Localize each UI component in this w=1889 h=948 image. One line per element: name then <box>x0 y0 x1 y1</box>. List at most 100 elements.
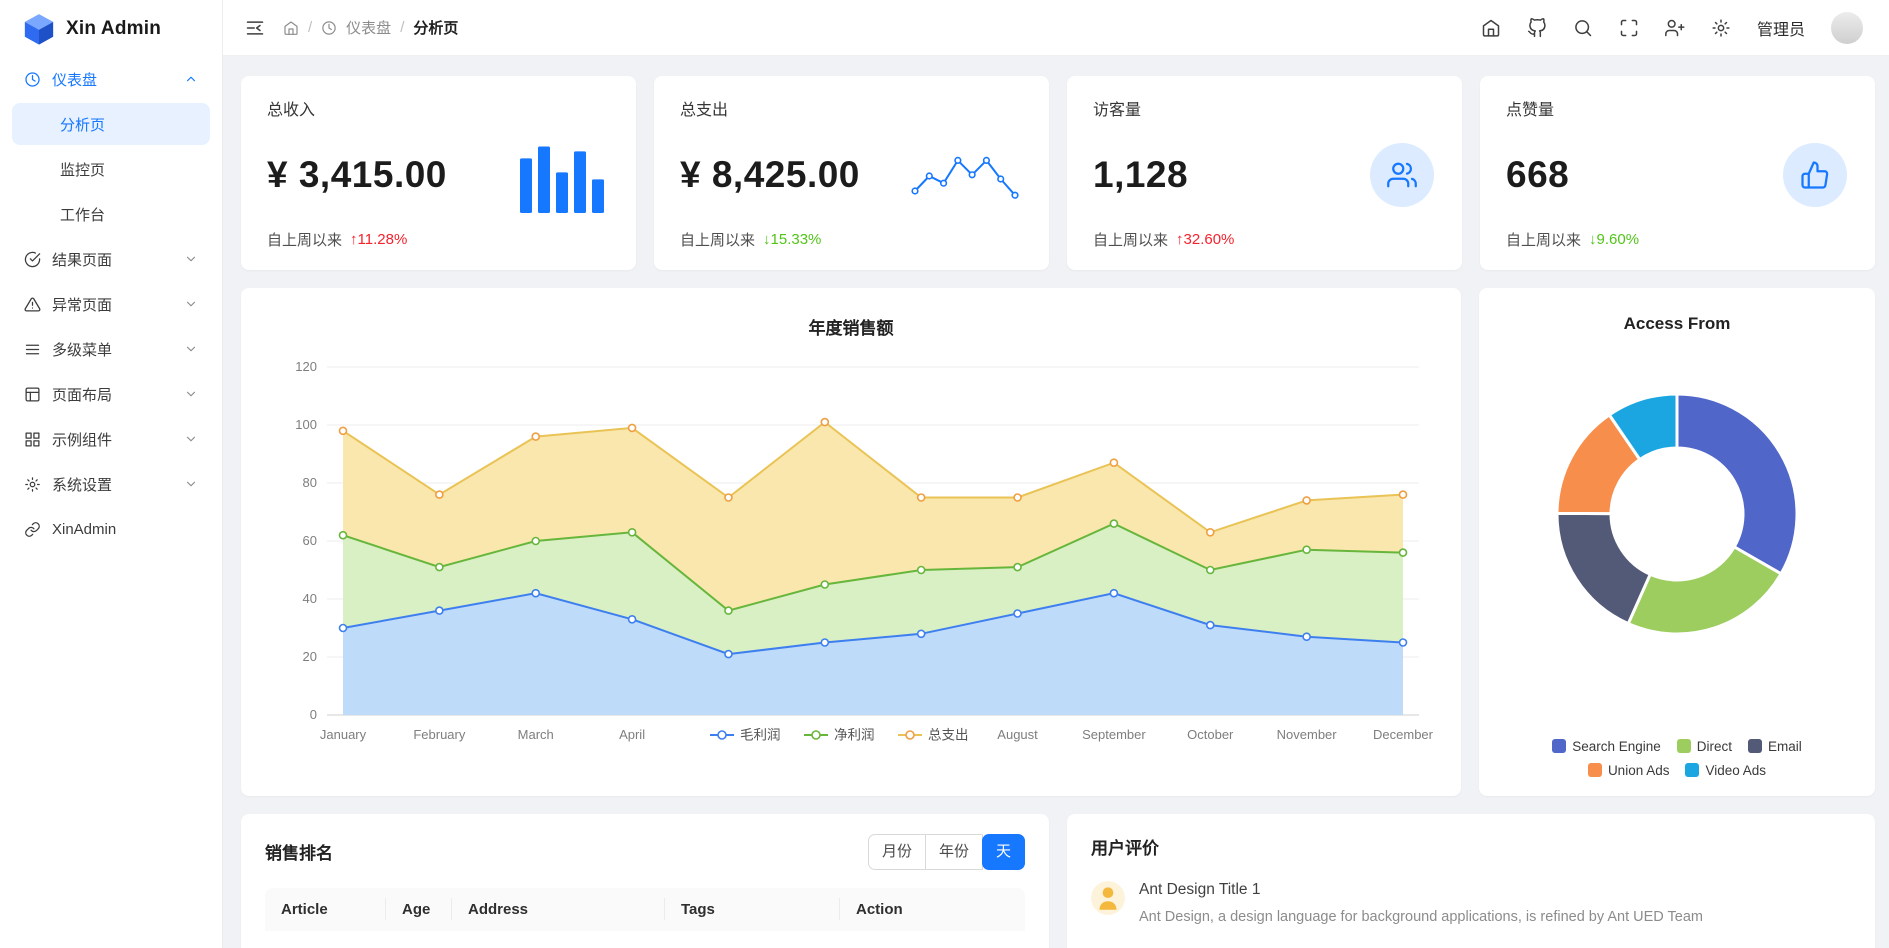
sidebar-item-label: 监控页 <box>60 159 105 180</box>
svg-text:120: 120 <box>295 359 317 374</box>
column-header-article[interactable]: Article <box>265 888 386 931</box>
column-header-tags[interactable]: Tags <box>665 888 840 931</box>
stat-since-label: 自上周以来 <box>1506 229 1581 250</box>
legend-label: Search Engine <box>1572 739 1661 754</box>
sidebar-item-label: 异常页面 <box>52 294 112 315</box>
sidebar-item-label: 结果页面 <box>52 249 112 270</box>
sidebar-item-monitor[interactable]: 监控页 <box>12 148 210 190</box>
stat-card-visitors: 访客量 1,128 自上周以来 ↑32.60% <box>1067 76 1462 270</box>
chevron-down-icon <box>184 432 198 446</box>
collapse-sidebar-icon[interactable] <box>245 18 265 38</box>
sidebar-item-components[interactable]: 示例组件 <box>12 418 210 460</box>
dashboard-icon <box>24 71 41 88</box>
sidebar-item-settings[interactable]: 系统设置 <box>12 463 210 505</box>
legend-item-email[interactable]: Email <box>1748 739 1802 754</box>
column-header-action[interactable]: Action <box>840 888 1025 931</box>
segment-year-button[interactable]: 年份 <box>925 834 983 870</box>
sidebar-item-exception[interactable]: 异常页面 <box>12 283 210 325</box>
trend-indicator: ↓9.60% <box>1589 231 1639 248</box>
sidebar-item-label: 仪表盘 <box>52 69 97 90</box>
chevron-down-icon <box>184 297 198 311</box>
svg-text:毛利润: 毛利润 <box>740 728 781 743</box>
sidebar-item-multilevel[interactable]: 多级菜单 <box>12 328 210 370</box>
home-icon[interactable] <box>283 20 299 36</box>
sidebar-item-label: 系统设置 <box>52 474 112 495</box>
legend-item-direct[interactable]: Direct <box>1677 739 1732 754</box>
sidebar-item-results[interactable]: 结果页面 <box>12 238 210 280</box>
svg-text:February: February <box>413 727 466 742</box>
column-header-address[interactable]: Address <box>452 888 665 931</box>
svg-text:100: 100 <box>295 417 317 432</box>
legend-swatch <box>1588 763 1602 777</box>
user-reviews-title: 用户评价 <box>1091 834 1851 859</box>
stat-value: ¥ 8,425.00 <box>680 154 860 196</box>
access-from-donut-chart <box>1507 382 1847 646</box>
stat-value: 1,128 <box>1093 154 1188 196</box>
breadcrumb-separator: / <box>400 19 404 36</box>
segment-month-button[interactable]: 月份 <box>868 834 926 870</box>
svg-text:October: October <box>1187 727 1234 742</box>
users-icon <box>1387 160 1417 190</box>
sidebar-item-label: 页面布局 <box>52 384 112 405</box>
sales-ranking-title: 销售排名 <box>265 839 333 864</box>
donut-slice[interactable] <box>1557 514 1650 624</box>
search-icon[interactable] <box>1573 18 1593 38</box>
svg-text:August: August <box>997 727 1038 742</box>
user-add-icon[interactable] <box>1665 18 1685 38</box>
annual-sales-area-chart: 020406080100120JanuaryFebruaryMarchApril… <box>265 341 1437 775</box>
dashboard-crumb-icon <box>321 20 337 36</box>
stat-value: ¥ 3,415.00 <box>267 154 447 196</box>
svg-text:December: December <box>1373 727 1434 742</box>
sidebar-item-dashboard[interactable]: 仪表盘 <box>12 58 210 100</box>
sidebar-item-workbench[interactable]: 工作台 <box>12 193 210 235</box>
legend-item-video-ads[interactable]: Video Ads <box>1685 763 1766 778</box>
logo-cube-icon <box>22 12 56 46</box>
column-header-age[interactable]: Age <box>386 888 452 931</box>
charts-row: 年度销售额 020406080100120JanuaryFebruaryMarc… <box>241 288 1875 796</box>
expense-mini-line-chart <box>909 139 1021 211</box>
stat-title: 访客量 <box>1093 96 1436 120</box>
stat-card-revenue: 总收入 ¥ 3,415.00 自上周以来 ↑11.28% <box>241 76 636 270</box>
legend-item-union-ads[interactable]: Union Ads <box>1588 763 1670 778</box>
breadcrumb-item-dashboard[interactable]: 仪表盘 <box>346 17 391 38</box>
alert-triangle-icon <box>24 296 41 313</box>
sidebar-item-analysis[interactable]: 分析页 <box>12 103 210 145</box>
sidebar: Xin Admin 仪表盘 分析页 监控页 工作台 结果页面 <box>0 0 223 948</box>
sidebar-item-label: 工作台 <box>60 204 105 225</box>
settings-gear-icon[interactable] <box>1711 18 1731 38</box>
annual-sales-card: 年度销售额 020406080100120JanuaryFebruaryMarc… <box>241 288 1461 796</box>
visitors-icon-bubble <box>1370 143 1434 207</box>
chevron-down-icon <box>184 387 198 401</box>
chevron-up-icon <box>184 72 198 86</box>
chevron-down-icon <box>184 342 198 356</box>
app-root: Xin Admin 仪表盘 分析页 监控页 工作台 结果页面 <box>0 0 1889 948</box>
review-title[interactable]: Ant Design Title 1 <box>1139 881 1703 899</box>
access-from-title: Access From <box>1624 314 1731 334</box>
legend-item-search-engine[interactable]: Search Engine <box>1552 739 1661 754</box>
app-logo[interactable]: Xin Admin <box>12 0 210 58</box>
bottom-row: 销售排名 月份 年份 天 Article Age Address Tags Ac… <box>241 814 1875 948</box>
topbar-actions: 管理员 <box>1481 12 1863 44</box>
app-title: Xin Admin <box>66 18 161 40</box>
sidebar-item-layout[interactable]: 页面布局 <box>12 373 210 415</box>
trend-indicator: ↑32.60% <box>1176 231 1234 248</box>
sidebar-item-label: 分析页 <box>60 114 105 135</box>
legend-label: Video Ads <box>1705 763 1766 778</box>
svg-text:40: 40 <box>303 591 317 606</box>
svg-text:April: April <box>619 727 645 742</box>
svg-text:January: January <box>320 727 367 742</box>
svg-text:20: 20 <box>303 649 317 664</box>
donut-slice[interactable] <box>1628 547 1781 634</box>
svg-text:净利润: 净利润 <box>834 728 875 743</box>
user-avatar[interactable] <box>1831 12 1863 44</box>
annual-sales-title: 年度销售额 <box>265 314 1437 339</box>
segment-day-button[interactable]: 天 <box>982 834 1025 870</box>
current-user-name[interactable]: 管理员 <box>1757 16 1805 40</box>
home-button-icon[interactable] <box>1481 18 1501 38</box>
review-description: Ant Design, a design language for backgr… <box>1139 907 1703 927</box>
fullscreen-icon[interactable] <box>1619 18 1639 38</box>
sidebar-item-xinadmin[interactable]: XinAdmin <box>12 508 210 550</box>
grid-icon <box>24 431 41 448</box>
github-icon[interactable] <box>1527 18 1547 38</box>
legend-label: Direct <box>1697 739 1732 754</box>
